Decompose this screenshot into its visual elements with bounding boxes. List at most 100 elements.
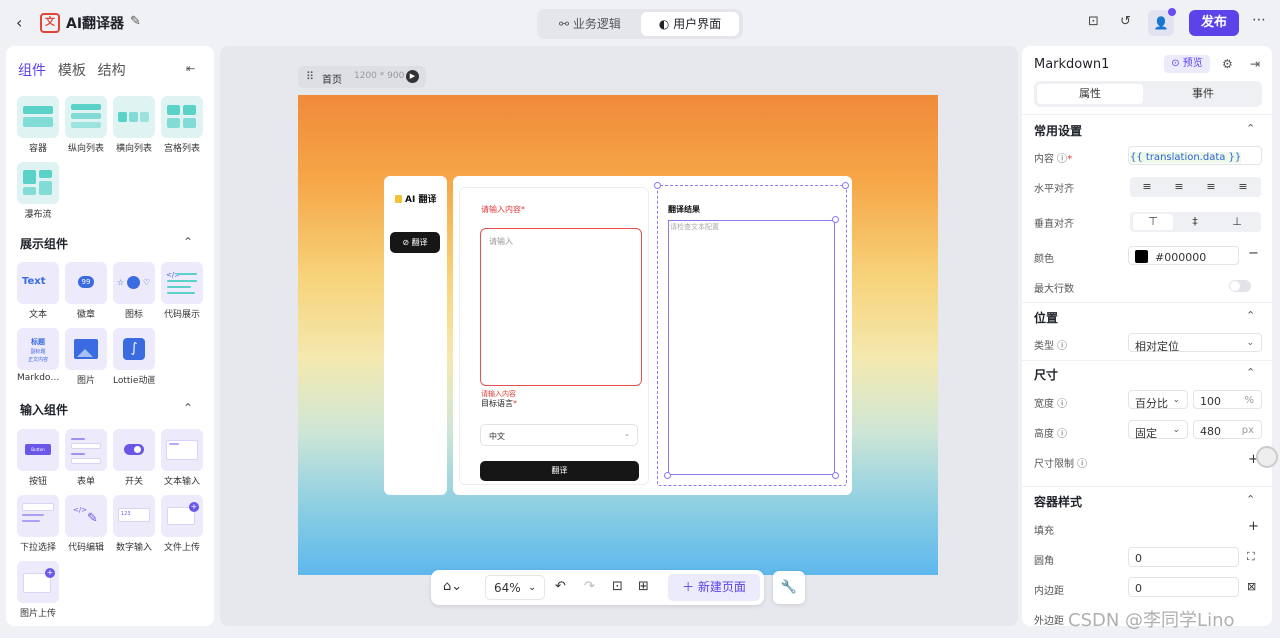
component-image[interactable]: 图片 (65, 328, 107, 386)
component-button[interactable]: Button 按钮 (17, 429, 59, 487)
position-type-select[interactable]: 相对定位 ⌄ (1128, 333, 1262, 353)
more-icon[interactable]: ⋯ (1252, 12, 1266, 28)
component-lottie[interactable]: ∫ Lottie动画 (113, 328, 155, 386)
max-lines-toggle[interactable] (1229, 280, 1251, 292)
component-icon[interactable]: ☆ ♡ 图标 (113, 262, 155, 320)
component-text-input[interactable]: 文本输入 (161, 429, 203, 487)
component-image-upload[interactable]: + 图片上传 (17, 561, 59, 619)
preview-nav-translate[interactable]: ⊘ 翻译 (390, 232, 440, 253)
component-horizontal-list[interactable]: 横向列表 (113, 96, 155, 154)
component-badge[interactable]: 99 徽章 (65, 262, 107, 320)
content-input[interactable]: {{ translation.data }} (1128, 146, 1262, 165)
component-switch[interactable]: 开关 (113, 429, 155, 487)
width-mode-select[interactable]: 百分比 ⌄ (1128, 390, 1188, 410)
undo-icon[interactable]: ↶ (555, 579, 566, 594)
tab-events[interactable]: 事件 (1150, 84, 1256, 104)
drag-handle-icon[interactable]: ⠿ (306, 70, 314, 83)
wrench-icon[interactable]: 🔧 (773, 571, 805, 604)
markdown-result[interactable]: 请检查文本配置 (668, 220, 835, 475)
align-justify-icon[interactable]: ≡ (1228, 179, 1258, 195)
resize-handle[interactable] (664, 472, 671, 479)
grid-icon[interactable]: ⊞ (638, 579, 649, 594)
component-code-display[interactable]: </> 代码展示 (161, 262, 203, 320)
color-input[interactable]: #000000 (1128, 246, 1239, 265)
page-tag[interactable]: ⠿ 首页 1200 * 900 ▶ (298, 66, 426, 88)
tab-components[interactable]: 组件 (18, 63, 46, 79)
pointer-mode-icon[interactable]: ⌂⌄ (443, 579, 462, 594)
translate-button[interactable]: 翻译 (480, 461, 639, 481)
collaborators-button[interactable]: 👤 (1148, 8, 1176, 36)
zoom-select[interactable]: 64% ⌄ (485, 575, 545, 600)
floating-assistant-icon[interactable] (1256, 446, 1278, 468)
corner-radius-icon[interactable]: ⛶ (1247, 550, 1255, 564)
switch-icon (113, 429, 155, 471)
halign-label: 水平对齐 (1034, 184, 1074, 195)
tab-templates[interactable]: 模板 (58, 63, 86, 79)
add-fill-icon[interactable]: + (1248, 519, 1259, 534)
redo-icon[interactable]: ↷ (584, 579, 595, 594)
tab-properties[interactable]: 属性 (1037, 84, 1143, 104)
gear-icon[interactable]: ⚙ (1222, 57, 1233, 71)
color-swatch[interactable] (1135, 250, 1148, 263)
canvas-toolbar: ⌂⌄ 64% ⌄ ↶ ↷ ⊡ ⊞ ＋ 新建页面 (431, 570, 764, 605)
align-bottom-icon[interactable]: ⊥ (1217, 214, 1257, 230)
resize-handle[interactable] (832, 472, 839, 479)
radius-input[interactable]: 0 (1128, 547, 1239, 567)
height-input[interactable]: 480 px (1193, 420, 1262, 439)
chevron-up-icon[interactable]: ⌃ (1246, 309, 1255, 322)
component-markdown[interactable]: 标题 副标题 正文内容 Markdo… (17, 328, 59, 383)
component-form[interactable]: 表单 (65, 429, 107, 487)
collab-badge (1168, 8, 1176, 16)
input-label: 请输入内容* (481, 205, 525, 214)
chevron-up-icon[interactable]: ⌃ (1246, 493, 1255, 506)
source-text-input[interactable]: 请输入 (480, 228, 642, 386)
align-top-icon[interactable]: ⊤ (1133, 214, 1173, 230)
chevron-up-icon[interactable]: ⌃ (1246, 122, 1255, 135)
save-box-icon[interactable]: ⊡ (1088, 14, 1099, 29)
history-icon[interactable]: ↺ (1120, 14, 1131, 29)
new-page-button[interactable]: ＋ 新建页面 (668, 574, 760, 601)
width-input[interactable]: 100 % (1193, 390, 1262, 409)
fit-screen-icon[interactable]: ⊡ (612, 579, 623, 594)
chevron-up-icon[interactable]: ⌃ (1246, 366, 1255, 379)
publish-button[interactable]: 发布 (1189, 10, 1239, 36)
component-code-editor[interactable]: </> ✎ 代码编辑 (65, 495, 107, 553)
align-right-icon[interactable]: ≡ (1196, 179, 1226, 195)
page-preview[interactable]: AI 翻译 ⊘ 翻译 请输入内容* 请输入 请输入内容 目标语言* 中文 ⌄ 翻… (298, 95, 938, 575)
resize-handle[interactable] (832, 216, 839, 223)
padding-input[interactable]: 0 (1128, 577, 1239, 597)
section-display-title: 展示组件 (20, 237, 69, 251)
panel-toggle-icon[interactable]: ⇥ (1250, 57, 1260, 71)
component-file-upload[interactable]: + 文件上传 (161, 495, 203, 553)
align-left-icon[interactable]: ≡ (1132, 179, 1162, 195)
tab-user-interface[interactable]: ◐ 用户界面 (641, 12, 739, 36)
resize-handle[interactable] (654, 182, 661, 189)
tab-business-logic[interactable]: ⚯ 业务逻辑 (541, 12, 639, 36)
chevron-up-icon[interactable]: ⌃ (183, 401, 193, 415)
edit-title-icon[interactable]: ✎ (130, 14, 141, 29)
watermark: CSDN @李同学Lino (1068, 610, 1235, 631)
padding-sides-icon[interactable]: ⊠ (1247, 580, 1256, 593)
result-card-selected[interactable]: 翻译结果 请检查文本配置 (654, 182, 849, 486)
preview-main: 请输入内容* 请输入 请输入内容 目标语言* 中文 ⌄ 翻译 翻译结果 请检查文… (453, 176, 852, 495)
height-mode-select[interactable]: 固定 ⌄ (1128, 420, 1188, 440)
component-number-input[interactable]: 123 数字输入 (113, 495, 155, 553)
component-vertical-list[interactable]: 纵向列表 (65, 96, 107, 154)
target-language-select[interactable]: 中文 ⌄ (480, 424, 638, 446)
component-waterfall[interactable]: 瀑布流 (17, 162, 59, 220)
remove-color-icon[interactable]: − (1248, 246, 1259, 261)
component-grid-list[interactable]: 宫格列表 (161, 96, 203, 154)
play-icon[interactable]: ▶ (406, 70, 419, 83)
tab-structure[interactable]: 结构 (98, 63, 126, 79)
back-arrow-icon[interactable]: ‹ (16, 13, 32, 33)
margin-label: 外边距 (1034, 616, 1064, 626)
preview-button[interactable]: ⊙ 预览 (1164, 55, 1210, 73)
component-text[interactable]: Text 文本 (17, 262, 59, 320)
align-center-icon[interactable]: ≡ (1164, 179, 1194, 195)
chevron-up-icon[interactable]: ⌃ (183, 235, 193, 249)
resize-handle[interactable] (842, 182, 849, 189)
align-middle-icon[interactable]: ‡ (1175, 214, 1215, 230)
component-container[interactable]: 容器 (17, 96, 59, 154)
collapse-panel-icon[interactable]: ⇤ (186, 62, 195, 75)
component-dropdown[interactable]: 下拉选择 (17, 495, 59, 553)
